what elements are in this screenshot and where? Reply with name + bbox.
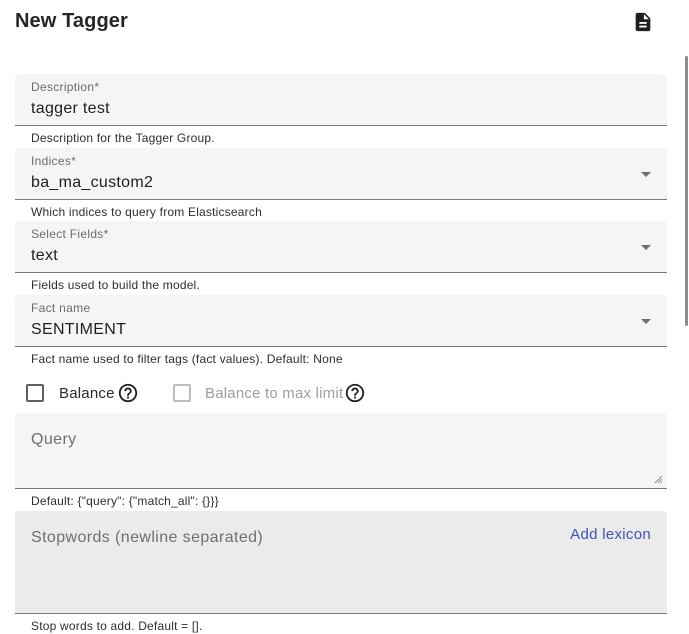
help-icon[interactable]: [117, 382, 139, 404]
description-hint: Description for the Tagger Group.: [31, 131, 215, 145]
indices-value: ba_ma_custom2: [31, 174, 154, 191]
chevron-down-icon[interactable]: [641, 172, 651, 177]
add-lexicon-button[interactable]: Add lexicon: [570, 526, 651, 543]
description-input[interactable]: tagger test: [31, 100, 110, 118]
balance-max-checkbox[interactable]: [173, 384, 191, 402]
help-icon[interactable]: [344, 382, 366, 404]
stopwords-hint: Stop words to add. Default = [].: [31, 619, 203, 633]
fields-label: Select Fields*: [31, 227, 109, 241]
query-placeholder: Query: [31, 431, 77, 448]
chevron-down-icon[interactable]: [641, 319, 651, 324]
description-label: Description*: [31, 80, 100, 94]
page-title: New Tagger: [15, 10, 128, 32]
document-icon[interactable]: [632, 11, 654, 33]
scrollbar[interactable]: [685, 56, 688, 326]
fact-name-label: Fact name: [31, 301, 91, 315]
balance-checkbox[interactable]: [26, 384, 44, 402]
indices-select[interactable]: Indices* ba_ma_custom2: [15, 148, 667, 200]
fields-select[interactable]: Select Fields* text: [15, 221, 667, 273]
description-field[interactable]: Description* tagger test: [15, 74, 667, 126]
resize-handle-icon[interactable]: [653, 474, 663, 484]
stopwords-placeholder: Stopwords (newline separated): [31, 529, 264, 546]
fact-name-value: SENTIMENT: [31, 321, 127, 338]
indices-label: Indices*: [31, 154, 77, 168]
fact-name-hint: Fact name used to filter tags (fact valu…: [31, 352, 343, 366]
stopwords-textarea[interactable]: Stopwords (newline separated) Add lexico…: [15, 511, 667, 614]
balance-max-label: Balance to max limit: [205, 385, 344, 402]
chevron-down-icon[interactable]: [641, 245, 651, 250]
fact-name-select[interactable]: Fact name SENTIMENT: [15, 295, 667, 347]
balance-label[interactable]: Balance: [59, 385, 115, 402]
query-hint: Default: {"query": {"match_all": {}}}: [31, 494, 219, 508]
fields-value: text: [31, 247, 58, 264]
indices-hint: Which indices to query from Elasticsearc…: [31, 205, 262, 219]
query-textarea[interactable]: Query: [15, 413, 667, 489]
fields-hint: Fields used to build the model.: [31, 278, 200, 292]
